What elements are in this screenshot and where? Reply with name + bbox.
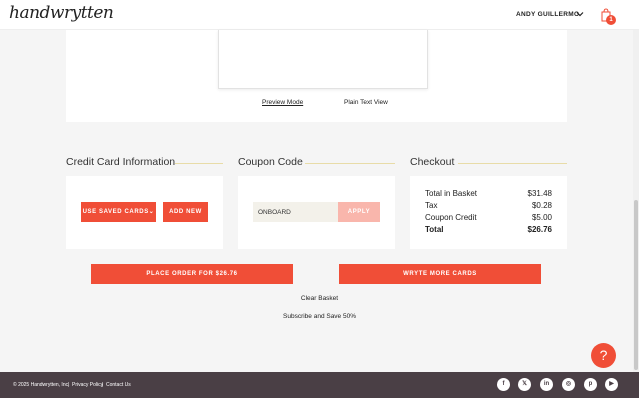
add-new-card-button[interactable]: ADD NEW bbox=[163, 202, 208, 222]
chevron-down-icon[interactable] bbox=[576, 10, 584, 18]
x-icon[interactable]: 𝕏 bbox=[518, 378, 531, 391]
question-icon[interactable]: ? bbox=[591, 343, 616, 368]
plain-text-view-link[interactable]: Plain Text View bbox=[344, 99, 388, 106]
checkout-title: Checkout bbox=[410, 156, 455, 168]
facebook-icon[interactable]: f bbox=[497, 378, 510, 391]
use-saved-cards-label: USE SAVED CARDS bbox=[82, 209, 149, 215]
footer-separator: | bbox=[68, 382, 70, 388]
privacy-policy-link[interactable]: Privacy Policy bbox=[72, 382, 103, 388]
clear-basket-link[interactable]: Clear Basket bbox=[0, 295, 639, 302]
preview-mode-link[interactable]: Preview Mode bbox=[262, 99, 303, 106]
cart-count-badge: 1 bbox=[606, 15, 616, 25]
coupon-title: Coupon Code bbox=[238, 156, 303, 168]
user-menu-name[interactable]: ANDY GUILLERMO bbox=[516, 11, 579, 18]
footer-separator: | bbox=[102, 382, 104, 388]
youtube-icon[interactable]: ▶ bbox=[605, 378, 618, 391]
card-preview-area bbox=[218, 30, 428, 89]
footer-copyright: © 2025 Handwrytten, Inc. bbox=[13, 382, 70, 388]
summary-label-total: Total bbox=[425, 225, 444, 234]
apply-coupon-button[interactable]: APPLY bbox=[338, 202, 380, 222]
instagram-icon[interactable]: ◎ bbox=[562, 378, 575, 391]
subscribe-link[interactable]: Subscribe and Save 50% bbox=[0, 313, 639, 320]
checkout-title-divider bbox=[458, 163, 567, 164]
wryte-more-cards-button[interactable]: WRYTE MORE CARDS bbox=[339, 264, 541, 284]
coupon-code-input[interactable] bbox=[253, 202, 338, 222]
summary-label-tax: Tax bbox=[425, 201, 438, 210]
contact-us-link[interactable]: Contact Us bbox=[106, 382, 131, 388]
logo[interactable]: handwrytten bbox=[9, 3, 114, 23]
scrollbar-thumb[interactable] bbox=[634, 200, 638, 370]
summary-value-tax: $0.28 bbox=[531, 201, 552, 210]
credit-card-title: Credit Card Information bbox=[66, 156, 176, 168]
linkedin-icon[interactable]: in bbox=[540, 378, 553, 391]
summary-value-coupon: $5.00 bbox=[531, 213, 552, 222]
coupon-title-divider bbox=[305, 163, 395, 164]
summary-value-basket: $31.48 bbox=[527, 189, 552, 198]
summary-label-basket: Total in Basket bbox=[425, 189, 478, 198]
chevron-down-icon: ⌄ bbox=[148, 209, 155, 215]
summary-value-total: $26.76 bbox=[527, 225, 552, 234]
credit-card-title-divider bbox=[175, 163, 223, 164]
use-saved-cards-button[interactable]: USE SAVED CARDS⌄ bbox=[81, 202, 156, 222]
pinterest-icon[interactable]: p bbox=[584, 378, 597, 391]
summary-label-coupon: Coupon Credit bbox=[425, 213, 477, 222]
place-order-button[interactable]: PLACE ORDER FOR $26.76 bbox=[91, 264, 293, 284]
